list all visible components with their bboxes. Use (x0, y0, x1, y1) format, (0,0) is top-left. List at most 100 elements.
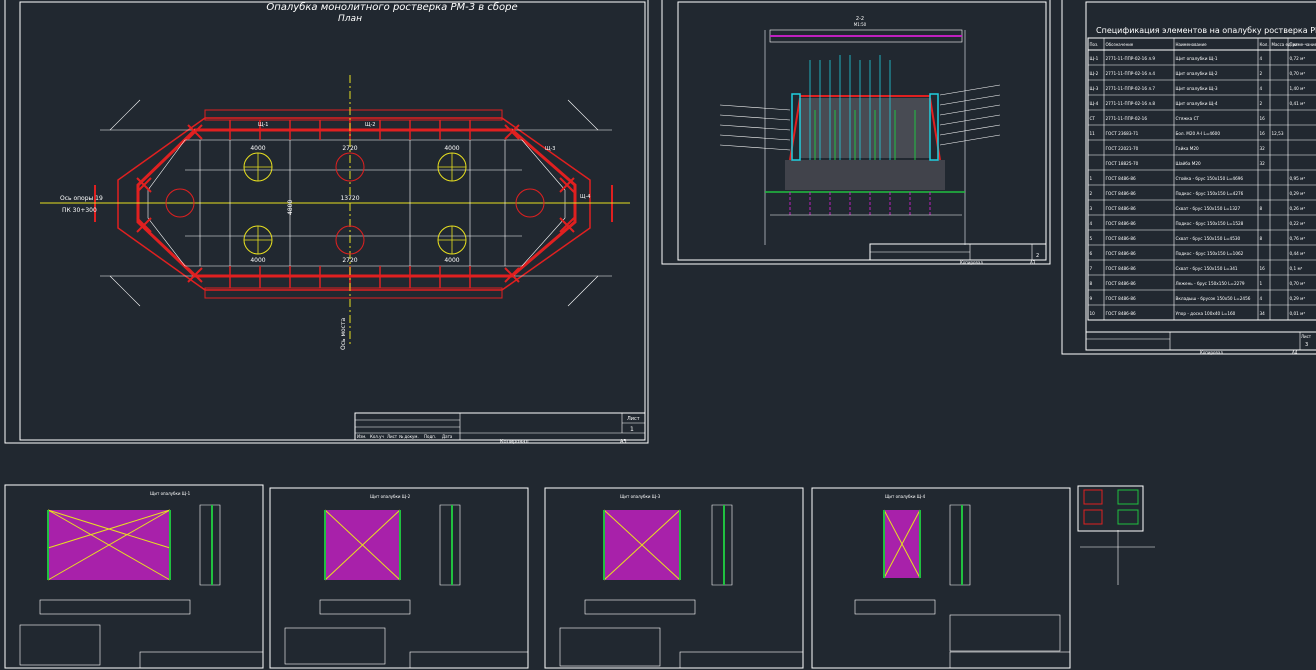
spec-cell: ГОСТ 18825-70 (1106, 161, 1139, 166)
spec-cell: ГОСТ 23683-71 (1106, 131, 1139, 136)
sheet-2[interactable]: 2-2 М1:50 2 Копировал A3 (661, 0, 1051, 265)
sheet-1[interactable]: Опалубка монолитного ростверка РМ-3 в сб… (4, 0, 649, 445)
sheet-1-title: Опалубка монолитного ростверка РМ-3 в сб… (266, 1, 517, 13)
spec-cell: Лежень - брус 150х150 L=2279 (1176, 281, 1245, 286)
spec-cell: 8 (1260, 206, 1263, 211)
spec-cell: 0,70 м³ (1290, 71, 1306, 76)
spec-cell: Шайба М20 (1176, 161, 1202, 166)
panel-sheet-title: Щит опалубки Щ-1 (150, 491, 191, 496)
spec-title: Спецификация элементов на опалубку роств… (1096, 26, 1316, 35)
cad-canvas[interactable]: Опалубка монолитного ростверка РМ-3 в сб… (0, 0, 1316, 670)
sheet-5[interactable]: Щит опалубки Щ-2 (269, 487, 529, 669)
detail-thumbnail[interactable] (1077, 485, 1155, 585)
dim-center: 13720 (340, 195, 359, 202)
spec-cell: Схват - брус 150х150 L=4530 (1176, 236, 1241, 241)
spec-cell: Щ-4 (1090, 101, 1099, 106)
spec-cell: Щит опалубки Щ-3 (1176, 86, 1218, 91)
sheet-number: 1 (630, 426, 634, 433)
svg-text:Подп.: Подп. (424, 434, 436, 439)
spec-cell: Подкос - брус 150х150 L=1062 (1176, 251, 1244, 256)
spec-cell: ГОСТ 8486-86 (1106, 176, 1136, 181)
svg-text:A4: A4 (1292, 350, 1298, 355)
spec-cell: Щ-1 (1090, 56, 1099, 61)
spec-cell: 8 (1260, 236, 1263, 241)
spec-cell: 1 (1260, 281, 1263, 286)
dim-bot-mid: 2720 (342, 257, 357, 264)
spec-cell: 2771-11-ППР-02-16 л.7 (1106, 86, 1156, 91)
spec-cell: ГОСТ 22021-70 (1106, 146, 1139, 151)
spec-cell: 32 (1260, 146, 1266, 151)
spec-cell: Подкос - брус 150х150 L=1528 (1176, 221, 1244, 226)
spec-cell: 3 (1090, 206, 1093, 211)
dim-side: 4800 (287, 200, 294, 215)
spec-cell: 16 (1260, 131, 1266, 136)
sheet-1-inner-frame (19, 1, 646, 441)
spec-cell: 11 (1090, 131, 1096, 136)
spec-cell: 0,70 м³ (1290, 281, 1306, 286)
spec-cell: Щит опалубки Щ-1 (1176, 56, 1218, 61)
svg-text:2: 2 (1036, 253, 1039, 259)
spec-header: Приме-чание (1290, 42, 1316, 47)
svg-text:Копировал: Копировал (960, 260, 983, 265)
spec-cell: 0,44 м³ (1290, 251, 1306, 256)
sheet-1-subtitle: План (338, 14, 362, 24)
sheet-3[interactable]: Спецификация элементов на опалубку роств… (1061, 0, 1316, 355)
spec-cell: 32 (1260, 161, 1266, 166)
spec-cell: 2 (1260, 101, 1263, 106)
spec-cell: 0,1 м³ (1290, 266, 1303, 271)
panel-label: Щ-3 (545, 146, 555, 152)
svg-text:Лист: Лист (387, 434, 398, 439)
sheet-1-title-block: Лист 1 Изм. Кол.уч Лист № докум. Подп. Д… (354, 412, 646, 445)
spec-cell: ГОСТ 8486-86 (1106, 296, 1136, 301)
spec-header: Кол. (1260, 42, 1269, 47)
support-axis-label: Ось опоры 19 (60, 195, 103, 202)
spec-cell: Упор - доска 100х40 L=160 (1176, 311, 1236, 316)
svg-text:A3: A3 (1030, 260, 1036, 265)
sheet-2-title-block: 2 Копировал A3 (869, 243, 1047, 265)
copied-label: Копировал (500, 439, 529, 445)
spec-cell: 16 (1260, 116, 1266, 121)
panel-sheet-title: Щит опалубки Щ-3 (620, 494, 661, 499)
svg-text:3: 3 (1305, 342, 1308, 348)
spec-cell: ГОСТ 8486-86 (1106, 206, 1136, 211)
spec-cell: 1,40 м³ (1290, 86, 1306, 91)
sheet-4[interactable]: Щит опалубки Щ-1 (4, 484, 264, 669)
panel-sheet-title: Щит опалубки Щ-4 (885, 494, 926, 499)
spec-cell: 2771-11-ППР-02-16 л.4 (1106, 71, 1156, 76)
sheet-6[interactable]: Щит опалубки Щ-3 (544, 487, 804, 669)
format-label: A3 (620, 439, 627, 445)
spec-cell: Щит опалубки Щ-2 (1176, 71, 1218, 76)
section-drawing (719, 29, 1001, 245)
spec-cell: 2 (1090, 191, 1093, 196)
spec-cell: 34 (1260, 311, 1266, 316)
spec-cell: Схват - брус 150х150 L=341 (1176, 266, 1238, 271)
sheet-7[interactable]: Щит опалубки Щ-4 (811, 487, 1071, 669)
spec-cell: Щит опалубки Щ-4 (1176, 101, 1218, 106)
sheet-label: Лист (627, 416, 640, 422)
panel-label: Щ-2 (365, 122, 375, 128)
dim-bot-right: 4000 (444, 257, 459, 264)
spec-cell: СТ (1090, 116, 1096, 121)
spec-cell: 4 (1260, 86, 1263, 91)
dim-top-right: 4000 (444, 145, 459, 152)
spec-cell: ГОСТ 8486-86 (1106, 266, 1136, 271)
panel-label: Щ-4 (580, 194, 590, 200)
spec-cell: 10 (1090, 311, 1096, 316)
spec-cell: 0,72 м³ (1290, 56, 1306, 61)
spec-cell: 16 (1260, 266, 1266, 271)
spec-cell: Вкладыш - брусок 150х50 L=2456 (1176, 296, 1251, 301)
spec-cell: 2771-11-ППР-02-16 л.8 (1106, 101, 1156, 106)
spec-header: Обозначение (1106, 42, 1134, 47)
spec-cell: 9 (1090, 296, 1093, 301)
spec-cell: ГОСТ 8486-86 (1106, 281, 1136, 286)
spec-cell: 4 (1260, 56, 1263, 61)
spec-cell: Бол. М20 А-I L=4600 (1176, 131, 1221, 136)
dim-bot-left: 4000 (250, 257, 265, 264)
spec-cell: 0,26 м³ (1290, 206, 1306, 211)
spec-cell: Гайка М20 (1176, 146, 1200, 151)
svg-text:Кол.уч: Кол.уч (370, 434, 384, 439)
spec-cell: 8 (1090, 281, 1093, 286)
dim-top-mid: 2720 (342, 145, 357, 152)
spec-cell: 5 (1090, 236, 1093, 241)
bridge-axis-label: Ось моста (340, 318, 347, 350)
